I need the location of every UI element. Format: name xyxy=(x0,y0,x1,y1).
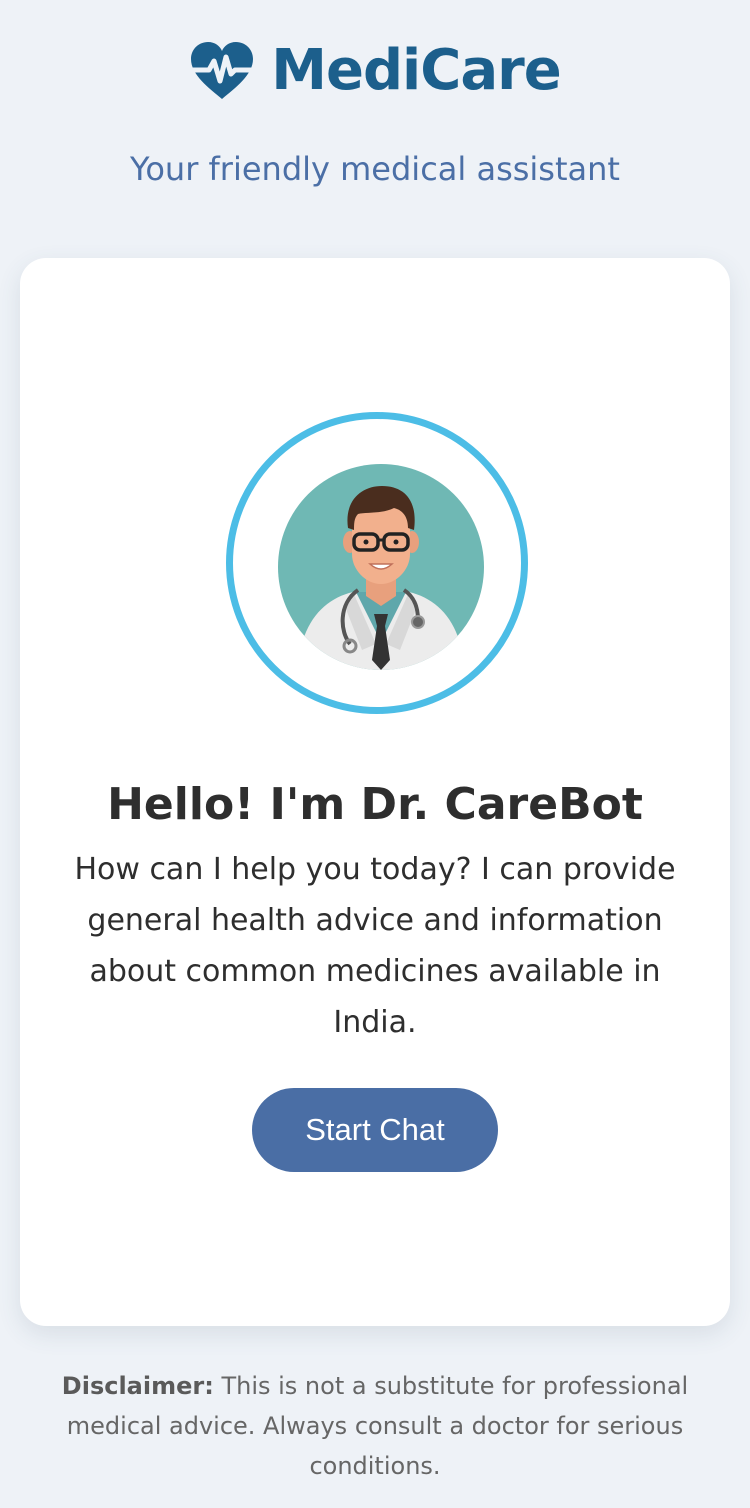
brand-name: MediCare xyxy=(271,38,561,103)
intro-text: How can I help you today? I can provide … xyxy=(74,852,676,1040)
page: MediCare Your friendly medical assistant xyxy=(0,0,750,1508)
header: MediCare xyxy=(0,36,750,106)
disclaimer: Disclaimer: This is not a substitute for… xyxy=(30,1366,720,1486)
avatar-ring xyxy=(226,412,528,714)
greeting-heading: Hello! I'm Dr. CareBot xyxy=(107,779,643,830)
tagline: Your friendly medical assistant xyxy=(130,150,620,188)
welcome-card: Hello! I'm Dr. CareBot How can I help yo… xyxy=(20,258,730,1326)
heart-pulse-icon xyxy=(189,42,256,99)
doctor-avatar-icon xyxy=(278,464,484,670)
start-chat-button[interactable]: Start Chat xyxy=(252,1088,498,1172)
disclaimer-label: Disclaimer: xyxy=(61,1372,214,1400)
